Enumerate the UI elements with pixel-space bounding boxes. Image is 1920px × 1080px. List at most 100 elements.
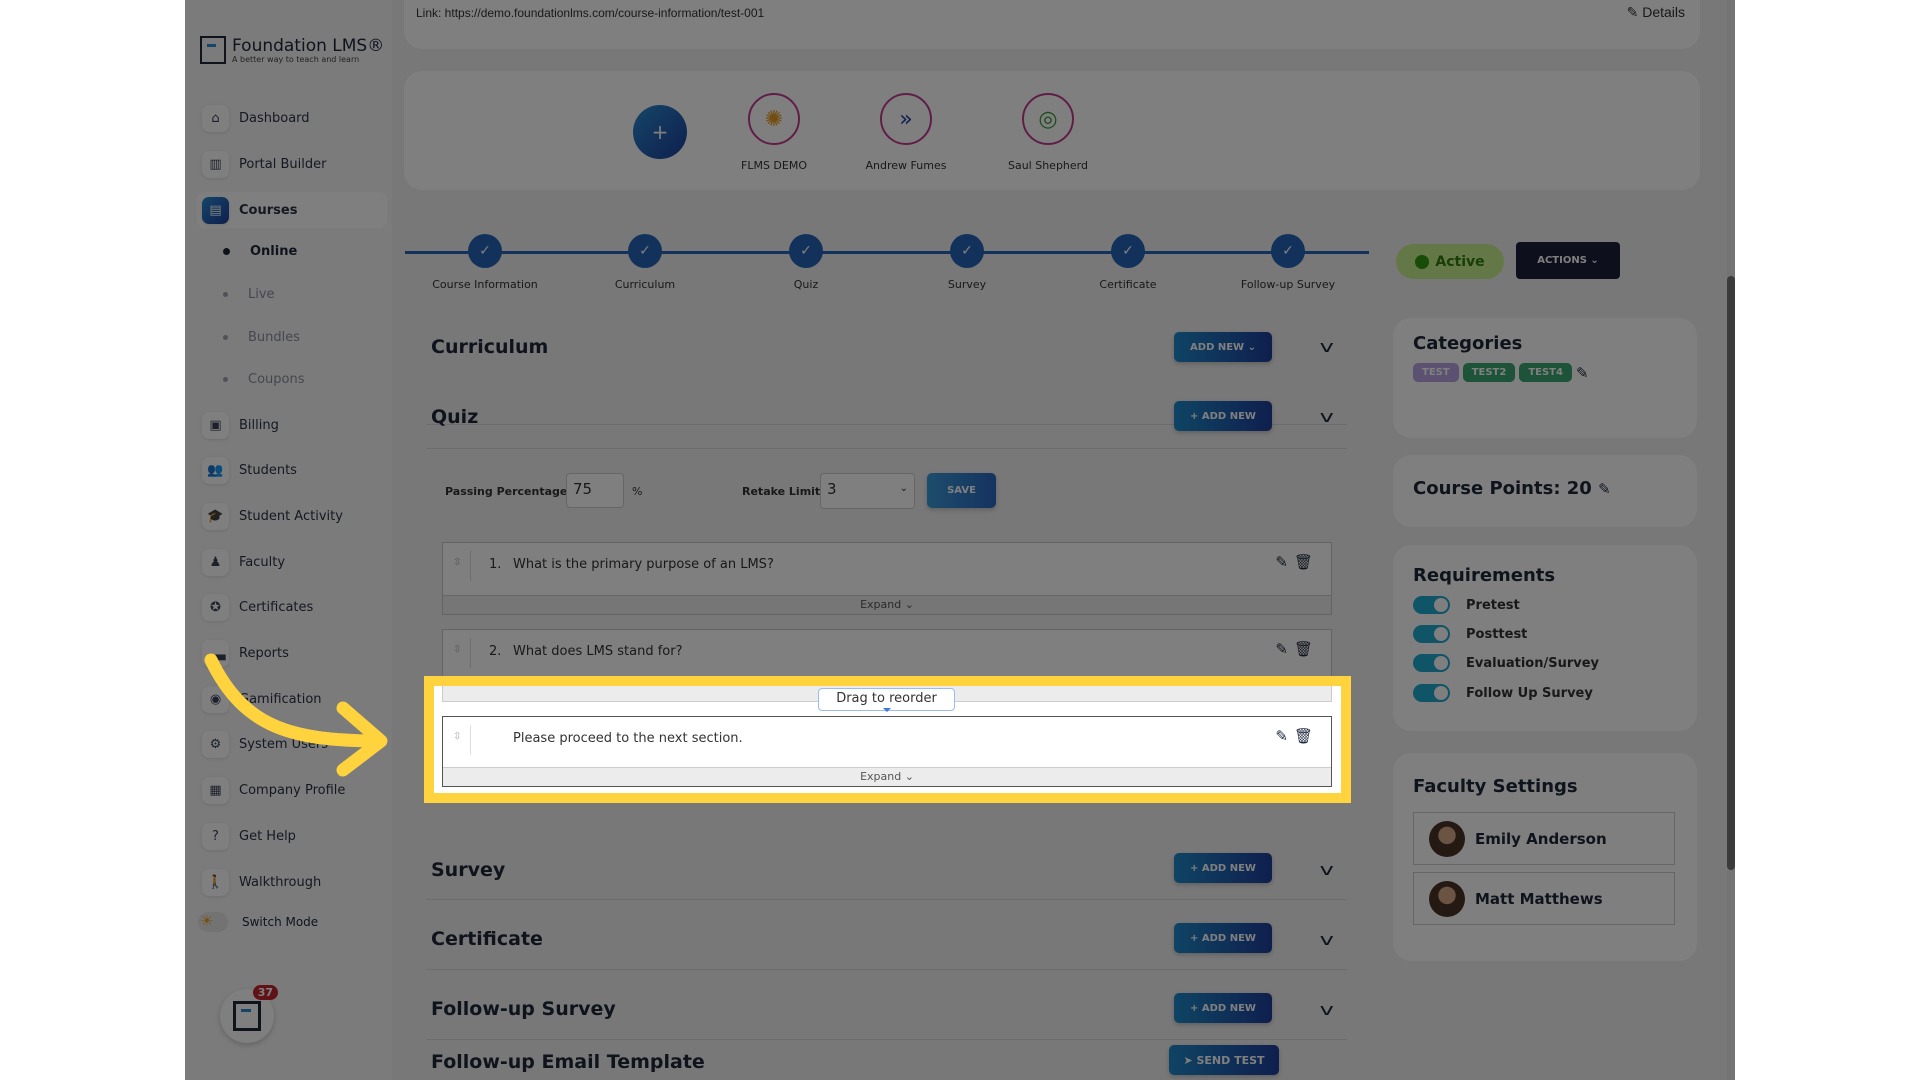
question-card-dragging[interactable]: ⇳ Please proceed to the next section. ✎ 🗑…: [442, 716, 1332, 787]
step-follow-up-survey[interactable]: ✓ Follow-up Survey: [1223, 234, 1353, 291]
bullet-icon: [223, 335, 228, 340]
chevron-down-icon[interactable]: v: [1320, 337, 1334, 356]
label: Student Activity: [239, 508, 343, 524]
requirements-title: Requirements: [1413, 565, 1556, 586]
sidebar-item-portal-builder[interactable]: ▥ Portal Builder: [202, 149, 382, 179]
divider: [470, 551, 471, 581]
toggle-posttest[interactable]: Posttest: [1413, 624, 1527, 644]
retake-limit-select[interactable]: 3 ⌄: [820, 473, 915, 509]
follow-up-add-new-button[interactable]: + ADD NEW: [1174, 993, 1272, 1023]
step-certificate[interactable]: ✓ Certificate: [1063, 234, 1193, 291]
instructor-andrew-fumes[interactable]: » Andrew Fumes: [841, 93, 971, 172]
drag-handle-icon[interactable]: ⇳: [453, 731, 461, 742]
chevron-down-icon[interactable]: v: [1320, 1000, 1334, 1019]
label: Faculty: [239, 554, 286, 570]
scrollbar[interactable]: [1727, 0, 1735, 1080]
step-quiz[interactable]: ✓ Quiz: [741, 234, 871, 291]
sidebar-item-faculty[interactable]: ♟ Faculty: [202, 547, 382, 577]
toggle-switch[interactable]: [1413, 684, 1450, 702]
notification-logo-button[interactable]: 37: [220, 985, 278, 1043]
faculty-member[interactable]: Matt Matthews: [1413, 872, 1675, 925]
toggle-switch[interactable]: [1413, 654, 1450, 672]
divider: [470, 638, 471, 668]
gamepad-icon: ◉: [202, 685, 229, 713]
edit-icon[interactable]: ✎: [1275, 727, 1288, 745]
users-icon: 👥: [202, 456, 229, 484]
status-badge[interactable]: Active: [1396, 244, 1504, 279]
edit-icon[interactable]: ✎: [1598, 480, 1611, 498]
step-course-information[interactable]: ✓ Course Information: [420, 234, 550, 291]
sidebar-sub-coupons[interactable]: Coupons: [223, 372, 305, 387]
toggle-switch[interactable]: [1413, 596, 1450, 614]
edit-icon[interactable]: ✎: [1576, 364, 1589, 382]
sidebar-item-billing[interactable]: ▣ Billing: [202, 410, 382, 440]
sidebar-sub-online[interactable]: Online: [223, 244, 297, 259]
scrollbar-thumb[interactable]: [1727, 276, 1735, 870]
sidebar-item-walkthrough[interactable]: 🚶 Walkthrough: [202, 867, 382, 897]
chevron-down-icon[interactable]: v: [1320, 407, 1334, 426]
course-link[interactable]: Link: https://demo.foundationlms.com/cou…: [416, 6, 764, 20]
instructor-flms-demo[interactable]: ✺ FLMS DEMO: [709, 93, 839, 172]
sidebar-sub-bundles[interactable]: Bundles: [223, 330, 300, 345]
notification-badge: 37: [252, 985, 278, 1000]
trash-icon[interactable]: 🗑: [1294, 727, 1313, 745]
sidebar-sub-live[interactable]: Live: [223, 287, 275, 302]
trash-icon[interactable]: 🗑: [1294, 640, 1313, 658]
curriculum-add-new-button[interactable]: ADD NEW ⌄: [1174, 332, 1272, 362]
drag-handle-icon[interactable]: ⇳: [453, 557, 461, 568]
sidebar-item-system-users[interactable]: ⚙ System Users: [202, 729, 382, 759]
details-button[interactable]: ✎ Details: [1627, 4, 1685, 21]
label: Course Information: [432, 278, 538, 291]
trash-icon[interactable]: 🗑: [1294, 553, 1313, 571]
sidebar-item-student-activity[interactable]: 🎓 Student Activity: [202, 501, 382, 531]
send-test-button[interactable]: ➤ SEND TEST: [1169, 1045, 1279, 1075]
passing-percentage-input[interactable]: 75: [566, 473, 624, 508]
chevron-down-icon[interactable]: v: [1320, 860, 1334, 879]
actions-dropdown[interactable]: ACTIONS ⌄: [1516, 242, 1620, 279]
label: Quiz: [793, 278, 819, 291]
toggle-pretest[interactable]: Pretest: [1413, 595, 1520, 615]
step-survey[interactable]: ✓ Survey: [902, 234, 1032, 291]
save-button[interactable]: SAVE: [927, 473, 996, 508]
faculty-member[interactable]: Emily Anderson: [1413, 812, 1675, 865]
drag-handle-icon[interactable]: ⇳: [453, 644, 461, 655]
bullet-icon: [223, 292, 228, 297]
toggle-switch[interactable]: [1413, 625, 1450, 643]
toggle-evaluation-survey[interactable]: Evaluation/Survey: [1413, 653, 1599, 673]
user-gear-icon: ⚙: [202, 730, 229, 758]
label: Expand: [860, 598, 902, 611]
building-icon: ▦: [202, 776, 229, 804]
step-curriculum[interactable]: ✓ Curriculum: [580, 234, 710, 291]
course-points-card: Course Points: 20 ✎: [1393, 455, 1697, 527]
edit-icon[interactable]: ✎: [1275, 640, 1288, 658]
label: Details: [1642, 4, 1685, 20]
chevron-down-icon[interactable]: v: [1320, 930, 1334, 949]
sidebar-item-get-help[interactable]: ? Get Help: [202, 821, 382, 851]
instructor-saul-shepherd[interactable]: ◎ Saul Shepherd: [983, 93, 1113, 172]
sidebar-item-dashboard[interactable]: ⌂ Dashboard: [202, 103, 382, 133]
expand-button[interactable]: Expand ⌄: [443, 767, 1331, 786]
question-card[interactable]: ⇳ 1. What is the primary purpose of an L…: [442, 542, 1332, 615]
sidebar-item-company-profile[interactable]: ▦ Company Profile: [202, 775, 382, 805]
sidebar-item-students[interactable]: 👥 Students: [202, 455, 382, 485]
sidebar-item-courses[interactable]: ▤ Courses: [197, 192, 387, 228]
check-icon: ✓: [1111, 234, 1145, 268]
avatar: [1429, 880, 1465, 917]
sidebar-item-certificates[interactable]: ✪ Certificates: [202, 592, 382, 622]
sidebar-item-gamification[interactable]: ◉ Gamification: [202, 684, 382, 714]
survey-add-new-button[interactable]: + ADD NEW: [1174, 853, 1272, 883]
sidebar-item-reports[interactable]: ▁▃ Reports: [202, 638, 382, 668]
instructors-card: + ✺ FLMS DEMO » Andrew Fumes ◎ Saul Shepher…: [404, 71, 1700, 190]
quiz-add-new-button[interactable]: + ADD NEW: [1174, 401, 1272, 431]
certificate-add-new-button[interactable]: + ADD NEW: [1174, 923, 1272, 953]
label: Emily Anderson: [1475, 829, 1607, 848]
brand-logo[interactable]: Foundation LMS® A better way to teach an…: [200, 36, 384, 64]
toggle-follow-up-survey[interactable]: Follow Up Survey: [1413, 683, 1593, 703]
label: SEND TEST: [1196, 1053, 1265, 1067]
edit-icon[interactable]: ✎: [1275, 553, 1288, 571]
drag-to-reorder-tooltip: Drag to reorder: [818, 688, 955, 712]
switch-mode-toggle[interactable]: Switch Mode: [198, 912, 318, 932]
expand-button[interactable]: Expand ⌄: [443, 595, 1331, 614]
link-card: Link: https://demo.foundationlms.com/cou…: [404, 0, 1700, 49]
add-instructor-button[interactable]: +: [633, 105, 687, 159]
